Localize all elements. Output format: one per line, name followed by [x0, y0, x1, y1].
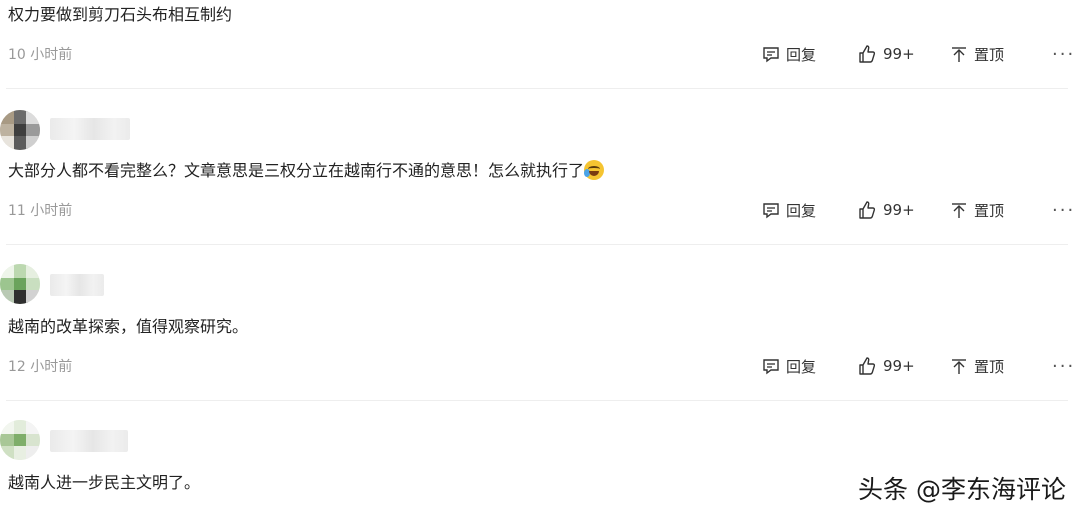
- thumbs-up-icon: [859, 45, 876, 63]
- pin-button[interactable]: 置顶: [950, 354, 1004, 378]
- like-button[interactable]: 99+: [857, 198, 915, 222]
- username-blurred[interactable]: [50, 274, 104, 296]
- more-button[interactable]: ···: [1052, 42, 1075, 66]
- username-blurred[interactable]: [50, 118, 130, 140]
- comment-text: 越南的改革探索，值得观察研究。: [8, 317, 249, 336]
- like-count: 99+: [883, 357, 915, 375]
- like-count: 99+: [883, 201, 915, 219]
- comment-text: 大部分人都不看完整么？文章意思是三权分立在越南行不通的意思！怎么就执行了: [8, 160, 605, 182]
- like-count: 99+: [883, 45, 915, 63]
- more-button[interactable]: ···: [1052, 354, 1075, 378]
- like-button[interactable]: 99+: [857, 354, 915, 378]
- comment-text-content: 大部分人都不看完整么？文章意思是三权分立在越南行不通的意思！怎么就执行了: [8, 161, 585, 180]
- comment-actions: 回复 99+ 置顶 ···: [762, 42, 1080, 66]
- pin-label: 置顶: [974, 357, 1005, 376]
- comment-text: 权力要做到剪刀石头布相互制约: [8, 5, 233, 24]
- pin-top-icon: [952, 203, 966, 218]
- reply-label: 回复: [786, 357, 817, 376]
- comment-bubble-icon: [763, 359, 779, 375]
- pin-top-icon: [952, 47, 966, 62]
- crying-laughing-emoji: [584, 160, 605, 180]
- comment-time: 11 小时前: [8, 203, 73, 219]
- avatar[interactable]: [0, 264, 40, 304]
- comment-time: 12 小时前: [8, 359, 73, 375]
- thumbs-up-icon: [859, 357, 876, 375]
- like-button[interactable]: 99+: [857, 42, 915, 66]
- reply-label: 回复: [786, 45, 817, 64]
- comment-bubble-icon: [763, 47, 779, 63]
- reply-button[interactable]: 回复: [762, 42, 816, 66]
- reply-label: 回复: [786, 201, 817, 220]
- divider: [6, 88, 1068, 89]
- thumbs-up-icon: [859, 201, 876, 219]
- pin-button[interactable]: 置顶: [950, 198, 1004, 222]
- watermark: 头条 @李东海评论: [858, 475, 1066, 504]
- reply-button[interactable]: 回复: [762, 354, 816, 378]
- avatar[interactable]: [0, 420, 40, 460]
- pin-top-icon: [952, 359, 966, 374]
- comment-actions: 回复 99+ 置顶 ···: [762, 354, 1080, 378]
- comment-time: 10 小时前: [8, 47, 73, 63]
- pin-label: 置顶: [974, 201, 1005, 220]
- divider: [6, 244, 1068, 245]
- comment-actions: 回复 99+ 置顶 ···: [762, 198, 1080, 222]
- comment-bubble-icon: [763, 203, 779, 219]
- pin-button[interactable]: 置顶: [950, 42, 1004, 66]
- reply-button[interactable]: 回复: [762, 198, 816, 222]
- more-button[interactable]: ···: [1052, 198, 1075, 222]
- username-blurred[interactable]: [50, 430, 128, 452]
- avatar[interactable]: [0, 110, 40, 150]
- comment-text: 越南人进一步民主文明了。: [8, 473, 201, 492]
- divider: [6, 400, 1068, 401]
- pin-label: 置顶: [974, 45, 1005, 64]
